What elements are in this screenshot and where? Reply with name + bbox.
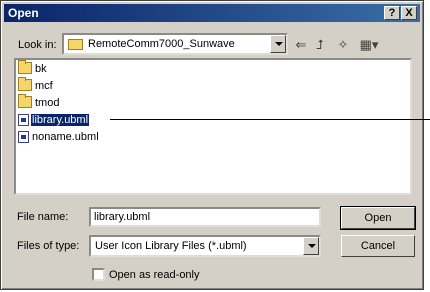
- list-item-label: library.ubml: [29, 113, 91, 128]
- cancel-button[interactable]: Cancel: [341, 235, 415, 257]
- lookin-value: RemoteComm7000_Sunwave: [88, 38, 235, 50]
- folder-icon: [18, 77, 32, 92]
- up-folder-icon[interactable]: ⮥: [311, 37, 329, 53]
- help-button[interactable]: ?: [384, 6, 400, 20]
- readonly-checkbox[interactable]: [92, 268, 105, 281]
- views-menu-icon[interactable]: ▦▾: [358, 37, 380, 53]
- chevron-down-icon[interactable]: [270, 35, 286, 53]
- filename-label: File name:: [17, 211, 69, 223]
- chevron-down-icon[interactable]: [303, 237, 319, 255]
- back-arrow-icon[interactable]: ⇐: [292, 37, 310, 53]
- list-item-label: bk: [35, 63, 47, 76]
- filename-value: library.ubml: [94, 211, 151, 223]
- list-item-label: noname.ubml: [32, 131, 99, 144]
- open-button[interactable]: Open: [340, 206, 416, 230]
- new-folder-icon[interactable]: ✧: [334, 37, 352, 53]
- filetype-value: User Icon Library Files (*.ubml): [95, 240, 247, 252]
- filetype-label: Files of type:: [17, 240, 80, 252]
- file-icon: [18, 131, 29, 144]
- list-item-label: tmod: [35, 97, 60, 110]
- callout-line: [110, 119, 430, 120]
- list-item-mcf[interactable]: mcf: [18, 77, 54, 95]
- filetype-select[interactable]: User Icon Library Files (*.ubml): [89, 235, 321, 257]
- title-bar: Open ? X: [4, 4, 420, 22]
- list-item-label: mcf: [35, 80, 53, 93]
- list-item-noname[interactable]: noname.ubml: [18, 131, 100, 146]
- readonly-label: Open as read-only: [109, 269, 200, 281]
- folder-icon: [18, 94, 32, 109]
- folder-icon: [18, 60, 32, 75]
- file-icon: [18, 114, 29, 127]
- file-list[interactable]: bk mcf tmod library.ubml noname.ubml: [14, 58, 412, 195]
- list-item-library[interactable]: library.ubml: [18, 113, 91, 129]
- lookin-label: Look in:: [18, 39, 57, 51]
- filename-input[interactable]: library.ubml: [89, 207, 321, 227]
- open-dialog: Open ? X Look in: RemoteComm7000_Sunwave…: [0, 0, 424, 290]
- folder-icon: [68, 39, 83, 50]
- lookin-select[interactable]: RemoteComm7000_Sunwave: [62, 33, 288, 55]
- list-item-tmod[interactable]: tmod: [18, 94, 60, 112]
- window-title: Open: [8, 6, 39, 20]
- list-item-bk[interactable]: bk: [18, 60, 48, 78]
- close-button[interactable]: X: [401, 6, 417, 20]
